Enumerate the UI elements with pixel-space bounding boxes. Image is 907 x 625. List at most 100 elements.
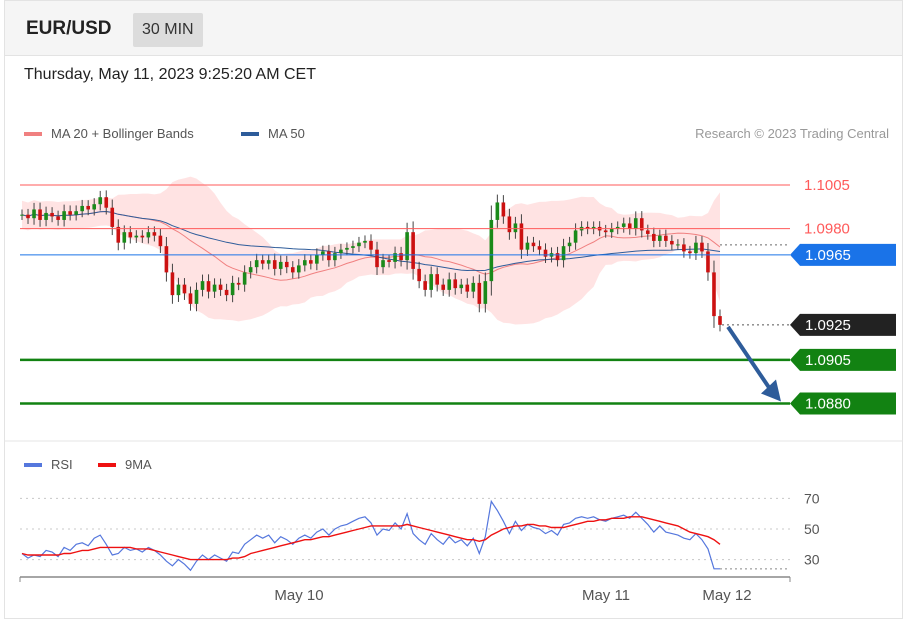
rsi-tick-label: 70 <box>804 490 820 506</box>
candle-body <box>224 289 229 296</box>
direction-arrow-shaft <box>726 325 771 389</box>
candle-body <box>62 211 66 220</box>
candle-body <box>603 230 608 233</box>
resistance-label: 1.0980 <box>804 221 850 238</box>
candle-body <box>128 232 133 238</box>
target-label: 1.0905 <box>805 352 851 369</box>
candle-body <box>682 244 686 252</box>
candle-body <box>471 282 476 292</box>
candle-body <box>453 279 458 289</box>
candle-body <box>260 260 265 264</box>
candle <box>718 309 722 332</box>
candle-body <box>399 253 403 261</box>
candle-body <box>477 282 482 304</box>
candle-body <box>507 216 512 233</box>
candle-body <box>140 235 145 238</box>
candle-body <box>152 232 157 236</box>
rsi-tick-label: 50 <box>804 521 820 537</box>
candle-body <box>375 249 379 268</box>
candle-body <box>369 240 373 250</box>
resistance-label: 1.1005 <box>804 177 850 194</box>
candle-body <box>80 205 84 212</box>
candle-body <box>531 242 536 247</box>
candle-body <box>652 233 656 241</box>
target-label: 1.0880 <box>805 396 851 413</box>
pivot-label: 1.0965 <box>805 247 851 264</box>
candle-body <box>718 316 722 325</box>
candle-body <box>218 284 223 290</box>
candle-body <box>483 281 488 304</box>
x-tick-label: May 11 <box>582 587 630 604</box>
candle-body <box>387 260 391 262</box>
candle-body <box>284 261 289 268</box>
candle-body <box>664 235 668 241</box>
candle-body <box>658 235 662 241</box>
candle-body <box>519 223 524 250</box>
candle-body <box>188 293 193 304</box>
candle-body <box>236 282 241 285</box>
candle-body <box>134 235 139 238</box>
candle-body <box>405 232 409 261</box>
candle-body <box>176 284 181 296</box>
candle-body <box>712 272 716 317</box>
candle-body <box>104 197 109 208</box>
candle-body <box>627 223 632 229</box>
candle-body <box>182 284 187 294</box>
candle-body <box>417 268 421 282</box>
candle-body <box>303 260 307 266</box>
candle-body <box>248 267 253 273</box>
price-chart: 1.1005 1.0980 1.0965 1.0925 1.0905 1.0880 70 50… <box>4 176 903 604</box>
candle-body <box>441 284 446 290</box>
candle-body <box>56 216 60 220</box>
candle-body <box>501 202 506 217</box>
candle-body <box>278 261 283 269</box>
candle-body <box>688 251 692 254</box>
candle-body <box>381 260 385 268</box>
candle-body <box>194 289 199 304</box>
candle-body <box>315 254 319 264</box>
candle-body <box>411 232 415 269</box>
candle-body <box>363 240 367 243</box>
candle-body <box>122 232 127 243</box>
candle-body <box>50 212 54 217</box>
candle-body <box>200 281 205 290</box>
candle-body <box>206 281 211 292</box>
candle-body <box>555 253 560 261</box>
current-price-label: 1.0925 <box>805 317 851 334</box>
candle-body <box>110 207 115 227</box>
candle-body <box>290 267 295 273</box>
candle-body <box>609 228 614 233</box>
candle-body <box>567 242 572 247</box>
candle-body <box>254 260 259 268</box>
candle-body <box>212 284 217 292</box>
candle-body <box>92 204 97 210</box>
candle-body <box>272 260 277 269</box>
candle-body <box>525 242 530 250</box>
candle-body <box>513 223 518 233</box>
candle-body <box>459 284 464 289</box>
candle-body <box>327 251 331 261</box>
candle-body <box>561 246 566 261</box>
candle-body <box>495 202 500 220</box>
candle-body <box>573 230 578 243</box>
candle-body <box>86 205 90 210</box>
candle-body <box>38 209 42 220</box>
candle-body <box>116 226 121 243</box>
x-tick-label: May 12 <box>702 587 751 604</box>
candle-body <box>429 274 433 290</box>
candle-body <box>68 211 72 215</box>
candle-body <box>309 260 313 264</box>
candle-body <box>357 242 361 247</box>
candle-body <box>465 284 470 292</box>
candle-body <box>537 246 542 250</box>
candle-body <box>447 279 452 290</box>
candle-body <box>26 214 30 219</box>
candle-body <box>633 218 638 229</box>
candle-body <box>676 244 680 246</box>
candle-body <box>543 249 548 257</box>
candle-body <box>98 197 103 205</box>
candle-body <box>230 282 235 296</box>
candle-body <box>621 223 626 227</box>
candle-body <box>333 253 337 261</box>
candle-body <box>645 230 650 234</box>
